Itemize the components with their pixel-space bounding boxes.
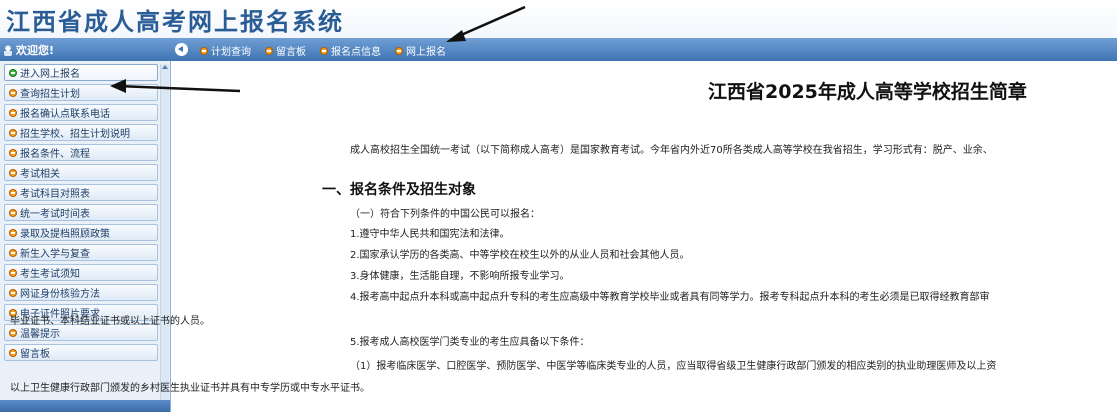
sidebar-item-label: 考生考试须知 <box>20 269 80 280</box>
top-navbar: 欢迎您! 计划查询 留言板 报名点信息 网上报名 <box>0 38 1117 61</box>
body-line: 1.遵守中华人民共和国宪法和法律。 <box>350 229 510 240</box>
sidebar-item-label: 网证身份核验方法 <box>20 289 100 300</box>
sidebar-item-enrollment-review[interactable]: 新生入学与复查 <box>4 244 158 261</box>
top-links: 计划查询 留言板 报名点信息 网上报名 <box>200 43 446 58</box>
orange-circle-bullet-icon <box>9 328 17 337</box>
sidebar-scrollbar[interactable] <box>160 64 169 400</box>
sidebar: 进入网上报名 查询招生计划 报名确认点联系电话 招生学校、招生计划说明 报名条件… <box>0 61 171 412</box>
page-title: 江西省2025年成人高等学校招生简章 <box>708 81 1027 103</box>
collapse-left-icon[interactable] <box>175 43 188 56</box>
orange-circle-bullet-icon <box>200 46 208 55</box>
body-line: （1）报考临床医学、口腔医学、预防医学、中医学等临床类专业的人员，应当取得省级卫… <box>350 361 997 372</box>
sidebar-item-label: 考试相关 <box>20 169 60 180</box>
intro-paragraph: 成人高校招生全国统一考试（以下简称成人高考）是国家教育考试。今年省内外近70所各… <box>350 145 993 156</box>
orange-circle-bullet-icon <box>9 228 17 237</box>
site-header: 江西省成人高考网上报名系统 <box>0 0 1117 38</box>
body-line: 2.国家承认学历的各类高、中等学校在校生以外的从业人员和社会其他人员。 <box>350 250 690 261</box>
sidebar-item-schools-plan[interactable]: 招生学校、招生计划说明 <box>4 124 158 141</box>
body-line: 3.身体健康，生活能自理，不影响所报专业学习。 <box>350 271 570 282</box>
orange-circle-bullet-icon <box>9 208 17 217</box>
sidebar-item-label: 报名确认点联系电话 <box>20 109 110 120</box>
sidebar-item-label: 统一考试时间表 <box>20 209 90 220</box>
nav-link-plan-query[interactable]: 计划查询 <box>200 43 251 58</box>
sidebar-item-exam-schedule[interactable]: 统一考试时间表 <box>4 204 158 221</box>
scroll-up-arrow-icon[interactable] <box>162 65 168 69</box>
sidebar-item-message-board[interactable]: 留言板 <box>4 344 158 361</box>
welcome-label: 欢迎您! <box>4 42 54 58</box>
orange-circle-bullet-icon <box>320 46 328 55</box>
sidebar-item-label: 考试科目对照表 <box>20 189 90 200</box>
site-title: 江西省成人高考网上报名系统 <box>6 7 344 36</box>
nav-link-online-registration[interactable]: 网上报名 <box>395 43 446 58</box>
nav-link-label: 报名点信息 <box>331 47 381 58</box>
sidebar-item-label: 录取及提档照顾政策 <box>20 229 110 240</box>
sidebar-footer-bar <box>0 400 170 412</box>
body-line: 5.报考成人高校医学门类专业的考生应具备以下条件： <box>350 337 590 348</box>
sidebar-item-exam-notice[interactable]: 考生考试须知 <box>4 264 158 281</box>
orange-circle-bullet-icon <box>395 46 403 55</box>
user-icon <box>4 44 12 56</box>
nav-link-label: 网上报名 <box>406 47 446 58</box>
sidebar-item-admission-policy[interactable]: 录取及提档照顾政策 <box>4 224 158 241</box>
orange-circle-bullet-icon <box>9 288 17 297</box>
orange-circle-bullet-icon <box>9 148 17 157</box>
sidebar-item-label: 进入网上报名 <box>20 69 80 80</box>
main-content: 江西省2025年成人高等学校招生简章 成人高校招生全国统一考试（以下简称成人高考… <box>10 61 1117 412</box>
orange-circle-bullet-icon <box>9 88 17 97</box>
green-circle-bullet-icon <box>9 68 17 77</box>
orange-circle-bullet-icon <box>9 268 17 277</box>
sidebar-item-enter-registration[interactable]: 进入网上报名 <box>4 64 158 81</box>
section-heading: 一、报名条件及招生对象 <box>322 182 476 198</box>
orange-circle-bullet-icon <box>9 168 17 177</box>
body-line: 毕业证书、本科结业证书或以上证书的人员。 <box>10 316 210 327</box>
nav-link-label: 计划查询 <box>211 47 251 58</box>
body-line: 以上卫生健康行政部门颁发的乡村医生执业证书并具有中专学历或中专水平证书。 <box>10 383 370 394</box>
sidebar-item-confirm-phone[interactable]: 报名确认点联系电话 <box>4 104 158 121</box>
nav-link-label: 留言板 <box>276 47 306 58</box>
nav-link-message-board[interactable]: 留言板 <box>265 43 306 58</box>
orange-circle-bullet-icon <box>9 108 17 117</box>
orange-circle-bullet-icon <box>9 188 17 197</box>
welcome-text: 欢迎您! <box>16 44 55 57</box>
sidebar-item-label: 新生入学与复查 <box>20 249 90 260</box>
orange-circle-bullet-icon <box>265 46 273 55</box>
sidebar-item-query-plan[interactable]: 查询招生计划 <box>4 84 158 101</box>
sidebar-item-label: 招生学校、招生计划说明 <box>20 129 130 140</box>
sidebar-item-id-verification[interactable]: 网证身份核验方法 <box>4 284 158 301</box>
orange-circle-bullet-icon <box>9 348 17 357</box>
sidebar-item-subject-table[interactable]: 考试科目对照表 <box>4 184 158 201</box>
sidebar-item-conditions-process[interactable]: 报名条件、流程 <box>4 144 158 161</box>
orange-circle-bullet-icon <box>9 128 17 137</box>
body-line: 4.报考高中起点升本科或高中起点升专科的考生应高级中等教育学校毕业或者具有同等学… <box>350 292 990 303</box>
sidebar-item-label: 留言板 <box>20 349 50 360</box>
nav-link-registration-points[interactable]: 报名点信息 <box>320 43 381 58</box>
sidebar-item-label: 查询招生计划 <box>20 89 80 100</box>
body-line: （一）符合下列条件的中国公民可以报名： <box>350 209 540 220</box>
orange-circle-bullet-icon <box>9 248 17 257</box>
sidebar-item-exam-related[interactable]: 考试相关 <box>4 164 158 181</box>
sidebar-item-label: 报名条件、流程 <box>20 149 90 160</box>
sidebar-item-label: 温馨提示 <box>20 329 60 340</box>
